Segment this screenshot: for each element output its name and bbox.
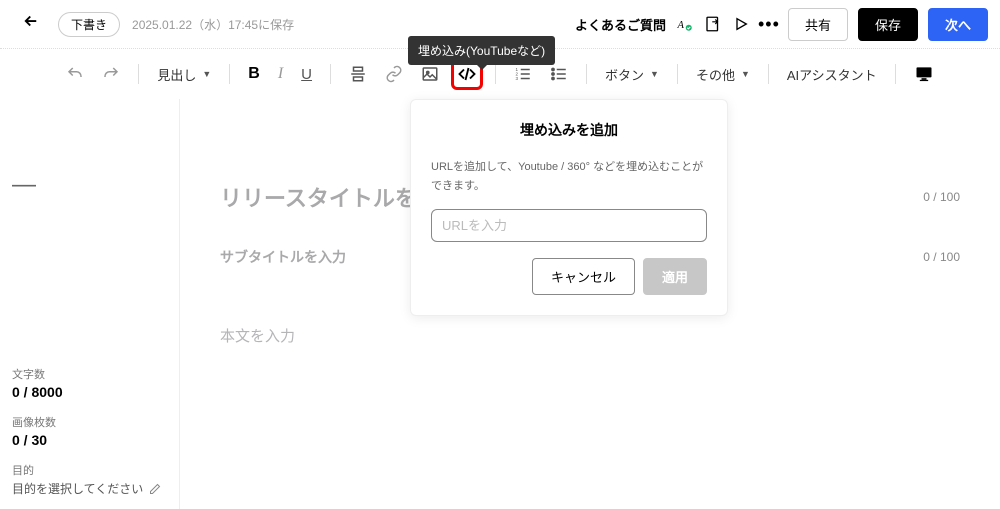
button-insert-dropdown[interactable]: ボタン▼ [599, 61, 665, 88]
preview-device-button[interactable] [908, 60, 940, 88]
purpose-select[interactable]: 目的を選択してください [12, 480, 167, 497]
other-dropdown[interactable]: その他▼ [690, 61, 756, 88]
save-button[interactable]: 保存 [858, 8, 918, 41]
saved-at-label: 2025.01.22（水）17:45に保存 [132, 16, 294, 33]
hr-icon [349, 65, 367, 83]
popover-description: URLを追加して、Youtube / 360° などを埋め込むことができます。 [431, 158, 707, 195]
redo-icon [102, 65, 120, 83]
editor-area: リリースタイトルを入力 0 / 100 サブタイトルを入力 0 / 100 本文… [180, 99, 1000, 509]
redo-button[interactable] [96, 61, 126, 87]
pencil-icon [149, 483, 161, 495]
monitor-icon [914, 64, 934, 84]
font-style-icon[interactable]: A [676, 15, 694, 33]
popover-title: 埋め込みを追加 [431, 120, 707, 140]
undo-button[interactable] [60, 61, 90, 87]
underline-button[interactable]: U [295, 62, 318, 87]
collapse-icon[interactable]: — [12, 111, 167, 239]
bold-button[interactable]: B [242, 61, 266, 87]
unordered-list-icon [550, 65, 568, 83]
purpose-value: 目的を選択してください [12, 480, 143, 497]
embed-button[interactable] [458, 65, 476, 83]
back-button[interactable] [12, 6, 50, 42]
title-counter: 0 / 100 [923, 190, 960, 204]
export-icon[interactable] [704, 15, 722, 33]
svg-text:3: 3 [516, 76, 519, 81]
play-icon[interactable] [732, 15, 750, 33]
next-button[interactable]: 次へ [928, 8, 988, 41]
share-button[interactable]: 共有 [788, 8, 848, 41]
ai-assistant-button[interactable]: AIアシスタント [781, 61, 883, 88]
link-button[interactable] [379, 61, 409, 87]
image-count-value: 0 / 30 [12, 432, 167, 448]
faq-link[interactable]: よくあるご質問 [575, 15, 666, 34]
popover-cancel-button[interactable]: キャンセル [532, 258, 635, 295]
body-input[interactable]: 本文を入力 [220, 325, 960, 346]
image-count-label: 画像枚数 [12, 414, 167, 430]
sidebar: — 文字数 0 / 8000 画像枚数 0 / 30 目的 目的を選択してくださ… [0, 99, 180, 509]
popover-apply-button[interactable]: 適用 [643, 258, 707, 295]
divider-insert-button[interactable] [343, 61, 373, 87]
main-area: — 文字数 0 / 8000 画像枚数 0 / 30 目的 目的を選択してくださ… [0, 99, 1000, 509]
ordered-list-icon: 123 [514, 65, 532, 83]
more-icon[interactable]: ••• [760, 15, 778, 33]
char-count-value: 0 / 8000 [12, 384, 167, 400]
embed-url-input[interactable] [431, 209, 707, 242]
embed-tooltip: 埋め込み(YouTubeなど) [408, 36, 555, 65]
purpose-label: 目的 [12, 462, 167, 478]
italic-button[interactable]: I [272, 61, 289, 87]
arrow-left-icon [22, 12, 40, 30]
code-embed-icon [458, 65, 476, 83]
heading-dropdown[interactable]: 見出し▼ [151, 61, 217, 88]
draft-chip: 下書き [58, 12, 120, 37]
undo-icon [66, 65, 84, 83]
svg-text:A: A [676, 20, 684, 31]
subtitle-counter: 0 / 100 [923, 250, 960, 264]
embed-popover: 埋め込みを追加 URLを追加して、Youtube / 360° などを埋め込むこ… [410, 99, 728, 316]
link-icon [385, 65, 403, 83]
image-icon [421, 65, 439, 83]
char-count-label: 文字数 [12, 366, 167, 382]
